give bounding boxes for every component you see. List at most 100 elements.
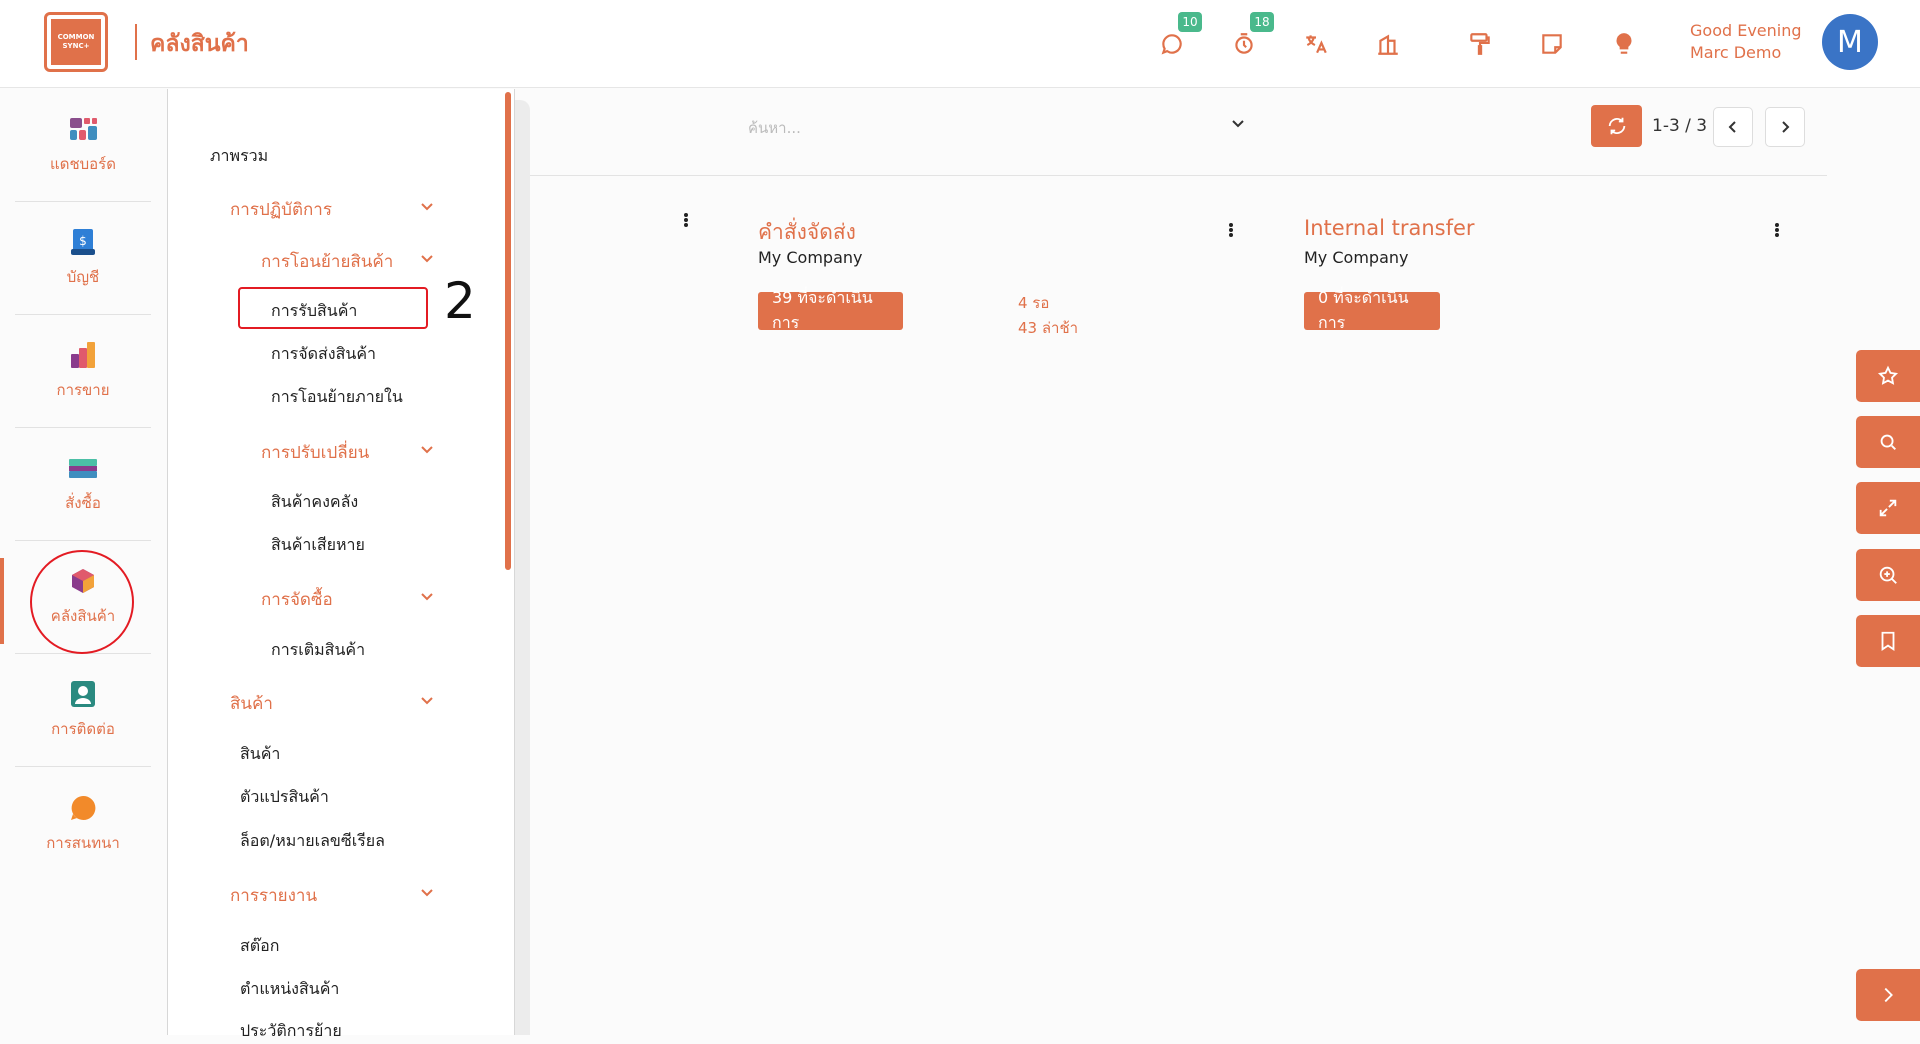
menu-physical-inventory[interactable]: สินค้าคงคลัง [271,490,358,515]
dropdown-shadow [515,100,530,1035]
lightbulb-icon[interactable] [1610,30,1638,58]
refresh-button[interactable] [1591,105,1642,147]
nav-item-discuss[interactable]: การสนทนา [15,767,151,880]
card-menu-kebab-icon[interactable] [1774,222,1780,240]
note-icon[interactable] [1538,30,1566,58]
menu-section-adjustments[interactable]: การปรับเปลี่ยน [261,439,369,466]
dropdown-scrollbar[interactable] [505,92,511,570]
card-late-link[interactable]: 43 ล่าช้า [1018,316,1078,340]
card-menu-kebab-icon[interactable] [683,212,689,230]
company-icon[interactable] [1374,30,1402,58]
expand-tool-button[interactable] [1856,482,1920,534]
nav-label: สั่งซื้อ [65,494,101,512]
menu-products[interactable]: สินค้า [240,742,280,767]
bookmark-icon [1881,631,1895,651]
nav-label: คลังสินค้า [50,607,116,625]
chevron-right-icon [1884,987,1893,1003]
menu-locations[interactable]: ตำแหน่งสินค้า [240,977,339,1002]
card-title[interactable]: Internal transfer [1304,216,1475,240]
card-company: My Company [758,248,863,267]
pager-previous-button[interactable] [1713,107,1753,147]
chevron-down-icon[interactable] [420,202,434,212]
top-bar: COMMON SYNC+ คลังสินค้า 10 18 Good Eveni… [0,0,1920,88]
menu-history[interactable]: ประวัติการย้าย [240,1019,342,1044]
search-options-chevron-icon[interactable] [1230,118,1246,130]
menu-scrap[interactable]: สินค้าเสียหาย [271,533,365,558]
refresh-icon [1608,117,1625,135]
nav-item-accounting[interactable]: $ บัญชี [15,202,151,315]
sales-icon [71,342,95,368]
greeting-line-1: Good Evening [1690,21,1802,40]
card-waiting-link[interactable]: 4 รอ [1018,291,1049,315]
translate-icon[interactable] [1302,30,1330,58]
search-tool-button[interactable] [1856,416,1920,468]
chevron-down-icon[interactable] [420,888,434,898]
menu-variants[interactable]: ตัวแปรสินค้า [240,785,329,810]
inventory-icon [72,569,94,593]
menu-section-transfers[interactable]: การโอนย้ายสินค้า [261,248,393,275]
inventory-menu-dropdown [167,89,515,1035]
timer-badge: 18 [1250,12,1274,32]
chat-icon[interactable]: 10 [1158,12,1202,58]
user-avatar[interactable]: M [1822,14,1878,70]
nav-label: การติดต่อ [51,720,115,738]
card-todo-button[interactable]: 0 ที่จะดำเนินการ [1304,288,1440,332]
menu-section-products[interactable]: สินค้า [230,690,273,717]
card-menu-kebab-icon[interactable] [1228,222,1234,240]
menu-internal[interactable]: การโอนย้ายภายใน [271,385,403,410]
chevron-down-icon[interactable] [420,696,434,706]
nav-label: แดชบอร์ด [50,155,116,173]
expand-icon [1879,499,1897,517]
chevron-right-icon [1782,121,1790,133]
left-nav: แดชบอร์ด $ บัญชี การขาย สั่งซื้อ คลังสิน… [0,89,166,1035]
menu-replenishment[interactable]: การเติมสินค้า [271,638,365,663]
menu-section-reporting[interactable]: การรายงาน [230,882,317,909]
chevron-down-icon[interactable] [420,254,434,264]
menu-deliveries[interactable]: การจัดส่งสินค้า [271,342,376,367]
chevron-left-icon [1728,121,1736,133]
annotation-number-2: 2 [444,272,476,330]
active-nav-indicator [0,558,4,644]
expand-panel-button[interactable] [1856,969,1920,1021]
pager-value[interactable]: 1-3 / 3 [1652,116,1707,136]
card-title[interactable]: คำสั่งจัดส่ง [758,216,856,249]
title-divider [135,24,137,60]
nav-label: บัญชี [66,268,100,286]
card-todo-button[interactable]: 39 ที่จะดำเนินการ [758,288,903,332]
purchase-icon [69,459,97,478]
favorite-tool-button[interactable] [1856,350,1920,402]
bookmark-tool-button[interactable] [1856,615,1920,667]
svg-text:$: $ [79,234,87,248]
search-icon [1880,434,1896,450]
menu-lots[interactable]: ล็อต/หมายเลขซีเรียล [240,829,385,854]
zoom-in-icon [1879,566,1897,584]
dashboard-icon [70,118,97,140]
chat-badge: 10 [1178,12,1202,32]
nav-item-dashboard[interactable]: แดชบอร์ด [15,89,151,202]
greeting-user-name: Marc Demo [1690,43,1782,62]
menu-stock[interactable]: สต๊อก [240,934,279,959]
zoom-tool-button[interactable] [1856,549,1920,601]
nav-label: การขาย [56,381,110,399]
nav-item-inventory[interactable]: คลังสินค้า [15,541,151,654]
menu-section-procurement[interactable]: การจัดซื้อ [261,586,333,613]
nav-item-sales[interactable]: การขาย [15,315,151,428]
card-company: My Company [1304,248,1409,267]
nav-label: การสนทนา [46,833,120,852]
app-logo[interactable]: COMMON SYNC+ [44,12,108,72]
menu-section-operations[interactable]: การปฏิบัติการ [230,196,332,223]
contacts-icon [71,681,95,707]
timer-icon[interactable]: 18 [1230,12,1274,58]
pager-next-button[interactable] [1765,107,1805,147]
logo-text-1: COMMON [57,33,95,41]
logo-text-2: SYNC+ [62,42,90,50]
menu-overview[interactable]: ภาพรวม [210,144,268,169]
chevron-down-icon[interactable] [420,592,434,602]
nav-item-purchase[interactable]: สั่งซื้อ [15,428,151,541]
paint-roller-icon[interactable] [1466,30,1494,58]
accounting-icon: $ [71,229,95,255]
chevron-down-icon[interactable] [420,445,434,455]
star-icon [1877,365,1899,385]
nav-item-contacts[interactable]: การติดต่อ [15,654,151,767]
search-input[interactable]: ค้นหา... [748,116,801,140]
